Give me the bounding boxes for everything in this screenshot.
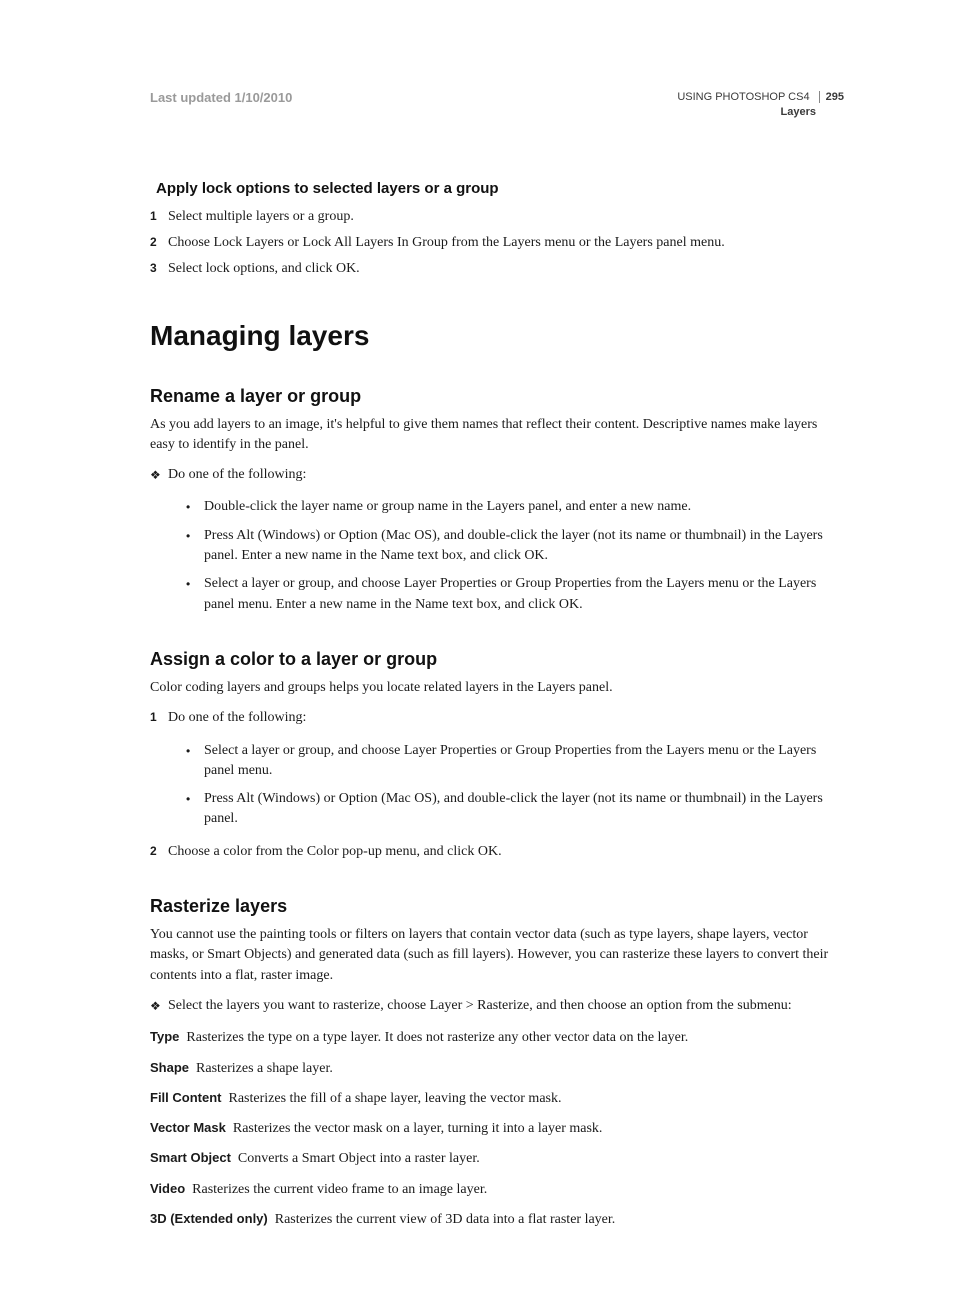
step-item: 2Choose Lock Layers or Lock All Layers I…	[150, 233, 844, 253]
step-number: 3	[150, 260, 168, 277]
paragraph: Color coding layers and groups helps you…	[150, 678, 844, 698]
definition-row: Smart Object Converts a Smart Object int…	[150, 1149, 844, 1169]
step-text: Do one of the following:	[168, 708, 306, 728]
step-text: Choose Lock Layers or Lock All Layers In…	[168, 233, 725, 253]
definition-term: Vector Mask	[150, 1120, 226, 1135]
step-number: 2	[150, 843, 168, 860]
definition-row: Shape Rasterizes a shape layer.	[150, 1059, 844, 1079]
step-text: Select lock options, and click OK.	[168, 259, 360, 279]
steps-assign-color-1: 1Do one of the following:	[150, 708, 844, 728]
diamond-icon: ❖	[150, 467, 168, 484]
bullet-item: •Select a layer or group, and choose Lay…	[150, 741, 844, 782]
heading-rasterize: Rasterize layers	[150, 896, 844, 917]
last-updated: Last updated 1/10/2010	[150, 90, 292, 105]
step-text: Select multiple layers or a group.	[168, 207, 354, 227]
lead-item: ❖Select the layers you want to rasterize…	[150, 996, 844, 1016]
book-title: USING PHOTOSHOP CS4	[677, 91, 809, 103]
definition-text: Rasterizes the vector mask on a layer, t…	[233, 1121, 603, 1136]
bullet-icon: •	[168, 743, 204, 760]
steps-apply-lock: 1Select multiple layers or a group. 2Cho…	[150, 207, 844, 280]
step-text: Choose a color from the Color pop-up men…	[168, 842, 502, 862]
bullet-item: •Press Alt (Windows) or Option (Mac OS),…	[150, 789, 844, 830]
bullet-text: Press Alt (Windows) or Option (Mac OS), …	[204, 789, 844, 830]
step-number: 1	[150, 208, 168, 225]
definition-term: Smart Object	[150, 1150, 231, 1165]
definition-row: Vector Mask Rasterizes the vector mask o…	[150, 1119, 844, 1139]
header-section: Layers	[677, 105, 816, 120]
page-number: 295	[819, 91, 844, 103]
paragraph: You cannot use the painting tools or fil…	[150, 925, 844, 986]
heading-apply-lock: Apply lock options to selected layers or…	[150, 180, 844, 197]
lead-item: ❖Do one of the following:	[150, 465, 844, 485]
definition-text: Rasterizes a shape layer.	[196, 1061, 333, 1076]
step-number: 1	[150, 709, 168, 726]
page: Last updated 1/10/2010 USING PHOTOSHOP C…	[0, 0, 954, 1300]
bullet-item: •Double-click the layer name or group na…	[150, 497, 844, 517]
bullet-text: Press Alt (Windows) or Option (Mac OS), …	[204, 526, 844, 567]
lead-text: Do one of the following:	[168, 465, 306, 485]
diamond-icon: ❖	[150, 998, 168, 1015]
page-header: Last updated 1/10/2010 USING PHOTOSHOP C…	[150, 90, 844, 120]
lead-list-rasterize: ❖Select the layers you want to rasterize…	[150, 996, 844, 1016]
bullet-item: •Select a layer or group, and choose Lay…	[150, 574, 844, 615]
bullet-icon: •	[168, 499, 204, 516]
definition-term: Fill Content	[150, 1090, 222, 1105]
bullet-list-rename: •Double-click the layer name or group na…	[150, 497, 844, 614]
definition-text: Rasterizes the type on a type layer. It …	[186, 1030, 688, 1045]
heading-assign-color: Assign a color to a layer or group	[150, 649, 844, 670]
bullet-icon: •	[168, 576, 204, 593]
definition-term: Video	[150, 1181, 185, 1196]
step-number: 2	[150, 234, 168, 251]
definition-term: 3D (Extended only)	[150, 1211, 268, 1226]
lead-list: ❖Do one of the following:	[150, 465, 844, 485]
bullet-text: Select a layer or group, and choose Laye…	[204, 741, 844, 782]
header-right: USING PHOTOSHOP CS4 295 Layers	[677, 90, 844, 120]
bullet-text: Double-click the layer name or group nam…	[204, 497, 691, 517]
definition-term: Type	[150, 1029, 179, 1044]
definition-text: Converts a Smart Object into a raster la…	[238, 1151, 480, 1166]
bullet-icon: •	[168, 791, 204, 808]
bullet-list-assign-color: •Select a layer or group, and choose Lay…	[150, 741, 844, 830]
definition-row: Video Rasterizes the current video frame…	[150, 1180, 844, 1200]
step-item: 1Do one of the following:	[150, 708, 844, 728]
bullet-text: Select a layer or group, and choose Laye…	[204, 574, 844, 615]
definition-text: Rasterizes the current video frame to an…	[192, 1182, 487, 1197]
chapter-title: Managing layers	[150, 320, 844, 352]
definition-row: Fill Content Rasterizes the fill of a sh…	[150, 1089, 844, 1109]
definition-term: Shape	[150, 1060, 189, 1075]
step-item: 2Choose a color from the Color pop-up me…	[150, 842, 844, 862]
definition-row: 3D (Extended only) Rasterizes the curren…	[150, 1210, 844, 1230]
steps-assign-color-2: 2Choose a color from the Color pop-up me…	[150, 842, 844, 862]
step-item: 1Select multiple layers or a group.	[150, 207, 844, 227]
definition-text: Rasterizes the fill of a shape layer, le…	[229, 1091, 562, 1106]
definition-list: Type Rasterizes the type on a type layer…	[150, 1028, 844, 1230]
paragraph: As you add layers to an image, it's help…	[150, 415, 844, 456]
lead-text: Select the layers you want to rasterize,…	[168, 996, 792, 1016]
definition-text: Rasterizes the current view of 3D data i…	[275, 1212, 616, 1227]
bullet-item: •Press Alt (Windows) or Option (Mac OS),…	[150, 526, 844, 567]
definition-row: Type Rasterizes the type on a type layer…	[150, 1028, 844, 1048]
step-item: 3Select lock options, and click OK.	[150, 259, 844, 279]
bullet-icon: •	[168, 528, 204, 545]
heading-rename: Rename a layer or group	[150, 386, 844, 407]
